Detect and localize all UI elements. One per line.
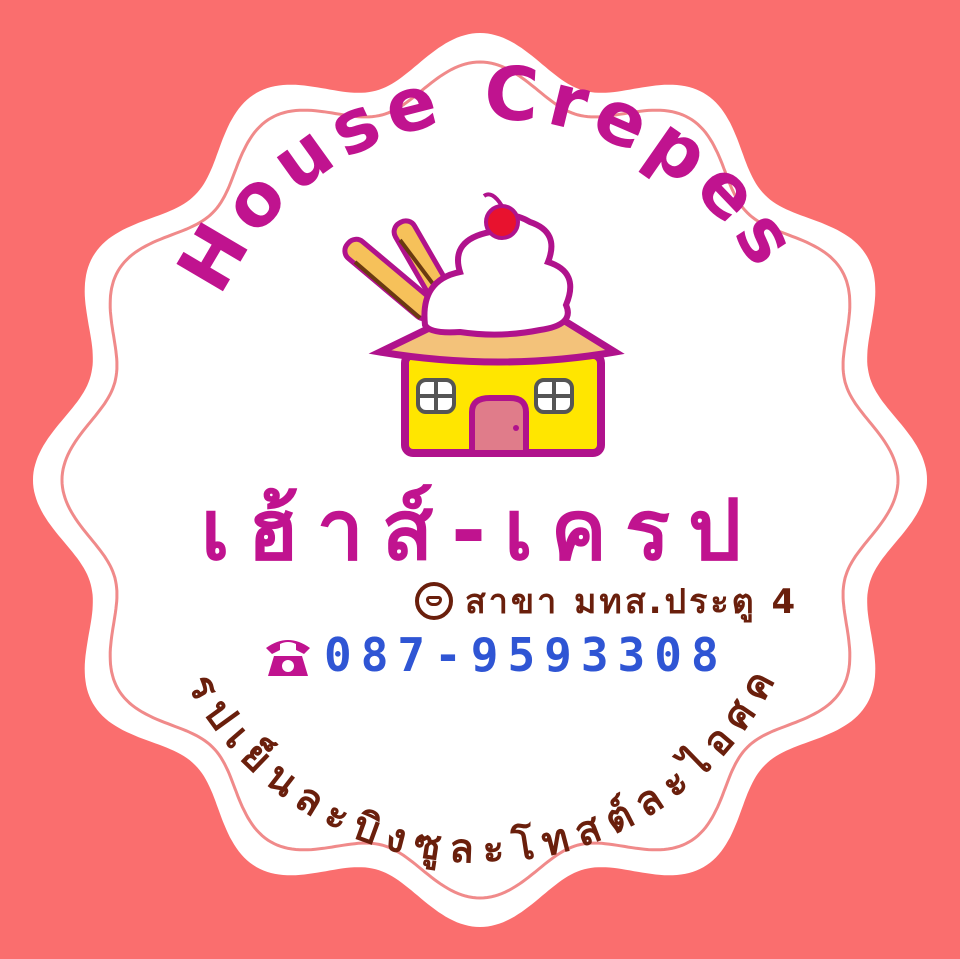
cherry [484,204,520,240]
branch-text: สาขา มทส.ประตู 4 [465,582,799,622]
phone-number: 087-9593308 [324,628,728,682]
branch-info: สาขา มทส.ประตู 4 [415,574,798,628]
phone-info: 087-9593308 [262,628,728,682]
house-door [469,395,529,456]
location-icon [415,582,453,620]
telephone-icon [266,640,310,676]
